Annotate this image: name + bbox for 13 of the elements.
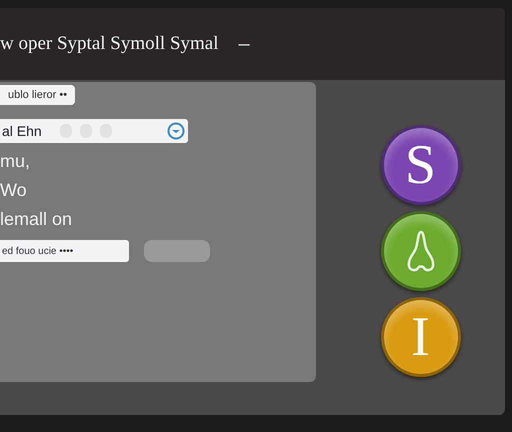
body-text: Wo (0, 180, 28, 201)
pear-icon (406, 229, 436, 273)
badge-letter: S (404, 137, 436, 193)
body-text: lemall on (0, 209, 72, 230)
window-title: w oper Syptal Symoll Symal (0, 33, 218, 55)
minimize-button[interactable]: – (232, 32, 256, 56)
badge-letter: I (411, 309, 430, 365)
circle-icon[interactable] (167, 122, 185, 140)
tag-label[interactable]: ublo lieror •• (0, 85, 76, 105)
body-text: mu, (0, 151, 32, 172)
input-field[interactable]: ed fouo ucie •••• (0, 240, 129, 262)
round-button[interactable]: S (380, 125, 460, 205)
input-field[interactable]: al Ehn (0, 119, 188, 143)
